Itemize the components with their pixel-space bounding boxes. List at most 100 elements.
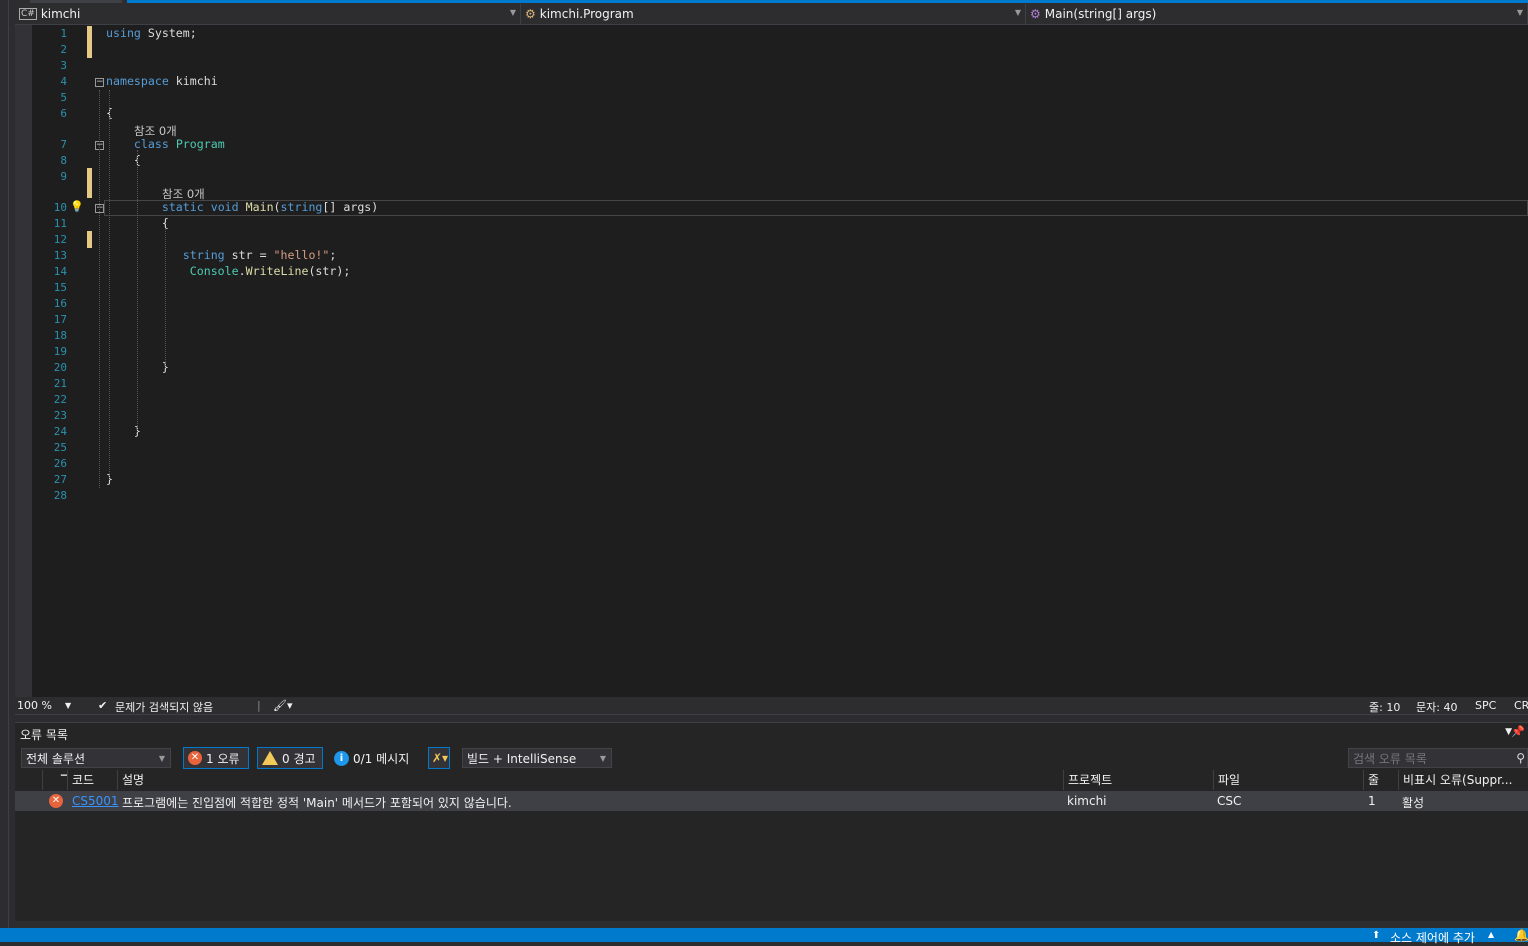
line-number: 14 (53, 265, 67, 278)
whitespace-mode[interactable]: SPC (1475, 699, 1496, 712)
issues-status[interactable]: 문제가 검색되지 않음 (115, 699, 213, 715)
indent-guide (99, 90, 100, 488)
code-token: Console (189, 264, 239, 278)
check-circle-icon: ✔ (98, 699, 108, 712)
class-icon: ⚙ (525, 7, 536, 21)
chevron-down-icon[interactable]: ▼ (65, 701, 71, 710)
code-line[interactable]: { (106, 153, 141, 167)
line-number: 15 (53, 281, 67, 294)
status-bar: ⬆ 소스 제어에 추가 ▲ 🔔 (0, 928, 1528, 945)
code-line[interactable]: class Program (106, 137, 225, 151)
table-row[interactable]: ✕ CS5001 프로그램에는 진입점에 적합한 정적 'Main' 메서드가 … (15, 791, 1528, 811)
line-number: 27 (53, 473, 67, 486)
lightbulb-icon[interactable]: 💡 (70, 200, 84, 213)
code-line[interactable]: string str = "hello!"; (106, 248, 337, 262)
code-token: { (106, 153, 141, 167)
code-line[interactable]: using System; (106, 26, 197, 40)
code-token: str = (224, 248, 274, 262)
type-combo[interactable]: ⚙ kimchi.Program ▼ (521, 4, 1026, 24)
line-number: 26 (53, 457, 67, 470)
line-number: 20 (53, 361, 67, 374)
code-token: kimchi (168, 74, 218, 88)
search-input[interactable]: 검색 오류 목록 ⚲ (1348, 748, 1528, 768)
error-icon: ✕ (49, 794, 63, 808)
chevron-down-icon: ▼ (599, 753, 606, 763)
editor-margin (15, 25, 32, 697)
column-header-project[interactable]: 프로젝트 (1063, 770, 1213, 790)
code-editor[interactable] (15, 25, 1528, 697)
line-ending[interactable]: CR (1514, 699, 1528, 712)
code-token: string (182, 248, 225, 262)
cleanup-brush-icon[interactable]: 🖌▾ (273, 699, 293, 712)
indent-guide (137, 150, 138, 432)
line-number: 24 (53, 425, 67, 438)
error-icon: ✕ (188, 751, 202, 765)
zoom-level[interactable]: 100 % (17, 699, 52, 712)
error-code-link[interactable]: CS5001 (72, 794, 119, 808)
line-number: 줄: 10 (1369, 701, 1401, 714)
error-suppression: 활성 (1402, 796, 1425, 810)
code-token: ; (329, 248, 337, 262)
filter-button[interactable]: ✗▾ (428, 747, 450, 769)
chevron-down-icon: ▼ (1516, 8, 1523, 17)
warnings-filter-button[interactable]: 0 경고 (257, 747, 323, 769)
member-combo[interactable]: ⚙ Main(string[] args) ▼ (1026, 4, 1528, 24)
chevron-down-icon: ▼ (158, 753, 165, 763)
error-line: 1 (1368, 794, 1376, 808)
chevron-down-icon: ▼ (1014, 8, 1021, 17)
code-token: string (280, 200, 323, 214)
csharp-project-icon: C# (19, 8, 37, 20)
source-control-button[interactable]: 소스 제어에 추가 (1390, 929, 1475, 946)
line-number: 9 (60, 170, 67, 183)
source-value: 빌드 + IntelliSense (467, 751, 577, 766)
line-number: 16 (53, 297, 67, 310)
code-token: . (238, 264, 246, 278)
line-number: 4 (60, 75, 67, 88)
error-list-panel: 오류 목록 ▼ 📌 전체 솔루션 ▼ ✕ 1 오류 0 경고 i 0/1 메시지 ✗▾… (15, 722, 1528, 921)
code-token: Program (175, 137, 225, 151)
error-file: CSC (1217, 794, 1242, 808)
pin-icon[interactable]: 📌 (1511, 725, 1525, 738)
notification-bell-icon[interactable]: 🔔 (1514, 928, 1528, 942)
warnings-count: 0 경고 (282, 751, 316, 766)
code-token: (str); (308, 264, 351, 278)
errors-count: 1 오류 (206, 751, 240, 766)
code-token: void (210, 200, 239, 214)
line-number: 17 (53, 313, 67, 326)
column-header-file[interactable]: 파일 (1213, 770, 1363, 790)
line-number: 19 (53, 345, 67, 358)
scope-value: 전체 솔루션 (26, 751, 86, 766)
column-header-suppression[interactable]: 비표시 오류(Suppr... (1398, 770, 1523, 790)
code-line[interactable]: Console.WriteLine(str); (106, 264, 351, 278)
project-combo[interactable]: C# kimchi ▼ (15, 4, 521, 24)
column-header-line[interactable]: 줄 (1363, 770, 1398, 790)
column-header-code[interactable]: 코드 (67, 770, 117, 790)
messages-filter-button[interactable]: i 0/1 메시지 (329, 747, 414, 769)
code-line[interactable]: } (106, 424, 141, 438)
error-project: kimchi (1067, 794, 1107, 808)
code-token: static (161, 200, 204, 214)
code-token: Main (245, 200, 274, 214)
line-number: 1 (60, 27, 67, 40)
search-placeholder: 검색 오류 목록 (1353, 751, 1427, 766)
scope-combo[interactable]: 전체 솔루션 ▼ (21, 748, 171, 768)
collapse-icon[interactable]: − (95, 78, 104, 87)
line-number: 12 (53, 233, 67, 246)
search-icon[interactable]: ⚲ (1516, 751, 1525, 765)
code-line[interactable]: namespace kimchi (106, 74, 218, 88)
code-token: using (106, 26, 141, 40)
line-number: 18 (53, 329, 67, 342)
panel-title: 오류 목록 (20, 728, 68, 742)
errors-filter-button[interactable]: ✕ 1 오류 (183, 747, 249, 769)
source-combo[interactable]: 빌드 + IntelliSense ▼ (462, 748, 612, 768)
line-number: 13 (53, 249, 67, 262)
code-line[interactable]: static void Main(string[] args) (106, 200, 378, 214)
column-header-description[interactable]: 설명 (117, 770, 1063, 790)
navigation-bar: C# kimchi ▼ ⚙ kimchi.Program ▼ ⚙ Main(string[… (15, 4, 1528, 25)
line-number: 5 (60, 91, 67, 104)
messages-count: 0/1 메시지 (353, 751, 410, 766)
